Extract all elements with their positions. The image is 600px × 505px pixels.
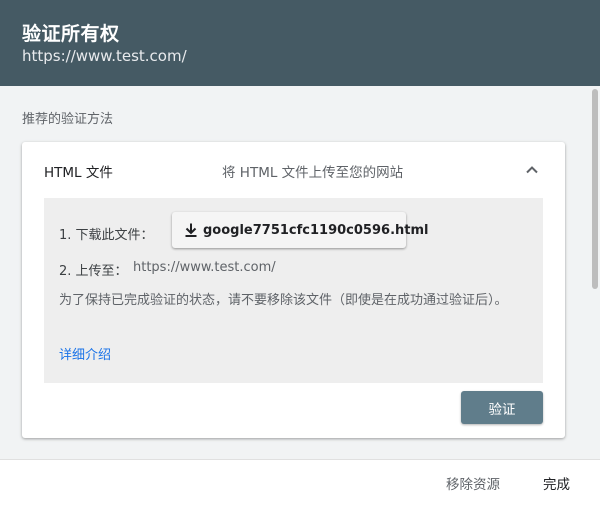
scrollbar-thumb[interactable] [592, 89, 598, 289]
method-description: 将 HTML 文件上传至您的网站 [222, 165, 404, 181]
verify-ownership-dialog: 验证所有权 https://www.test.com/ 推荐的验证方法 HTML… [0, 0, 600, 505]
verify-button[interactable]: 验证 [461, 391, 543, 424]
method-title[interactable]: HTML 文件 [44, 161, 113, 181]
dialog-body: 推荐的验证方法 HTML 文件 将 HTML 文件上传至您的网站 1. 下载此文… [0, 86, 600, 459]
method-details-panel: 1. 下载此文件： google7751cfc1190c0596.html 2.… [44, 198, 543, 383]
download-filename: google7751cfc1190c0596.html [203, 222, 429, 238]
step-upload-label: 2. 上传至： [59, 264, 128, 279]
keep-file-note: 为了保持已完成验证的状态，请不要移除该文件（即使是在成功通过验证后）。 [59, 293, 508, 308]
download-file-button[interactable]: google7751cfc1190c0596.html [172, 212, 428, 248]
remove-property-button[interactable]: 移除资源 [446, 473, 500, 493]
upload-target-url: https://www.test.com/ [133, 260, 276, 275]
dialog-header: 验证所有权 https://www.test.com/ [0, 0, 600, 86]
property-url: https://www.test.com/ [22, 47, 187, 65]
done-button[interactable]: 完成 [543, 473, 570, 493]
scrollbar[interactable] [590, 86, 600, 459]
recommended-methods-label: 推荐的验证方法 [22, 112, 114, 127]
learn-more-link[interactable]: 详细介绍 [59, 344, 111, 363]
html-file-method-card: HTML 文件 将 HTML 文件上传至您的网站 1. 下载此文件： googl… [22, 142, 565, 438]
download-icon [185, 223, 197, 237]
dialog-title: 验证所有权 [22, 23, 120, 45]
chevron-up-icon[interactable] [520, 158, 544, 182]
dialog-footer: 移除资源 完成 [0, 459, 600, 505]
step-download-label: 1. 下载此文件： [59, 228, 154, 243]
